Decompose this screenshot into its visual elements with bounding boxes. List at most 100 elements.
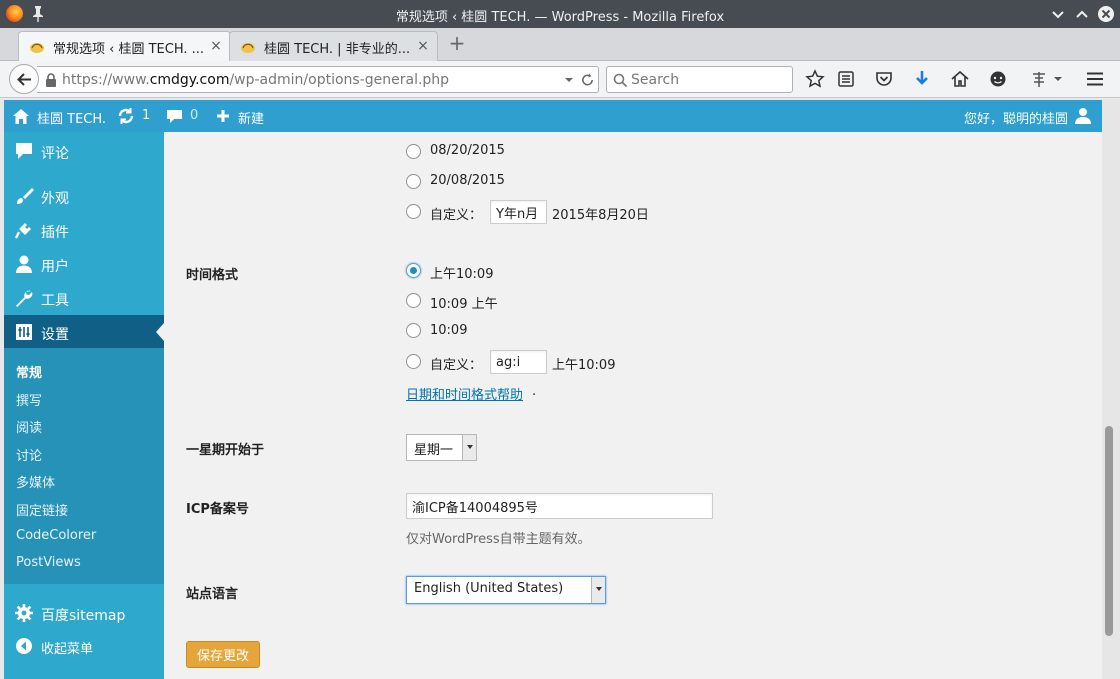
brush-icon bbox=[17, 188, 34, 204]
date-format-radio-1[interactable] bbox=[406, 144, 421, 159]
save-changes-button[interactable]: 保存更改 bbox=[186, 641, 260, 668]
admin-sidebar: 评论 外观 插件 用户 工具 设置 常规 撰写 阅读 讨论 多媒体 固定链接 C… bbox=[4, 132, 164, 679]
week-start-select[interactable]: 星期一 bbox=[406, 434, 477, 461]
wrench-icon bbox=[16, 290, 33, 307]
wp-admin-bar: 桂圆 TECH. 1 0 新建 您好，聪明的桂圆 bbox=[4, 100, 1102, 132]
menu-item-label: 设置 bbox=[41, 327, 69, 343]
url-text[interactable]: https://www.cmdgy.com/wp-admin/options-g… bbox=[62, 72, 449, 88]
date-format-radio-2[interactable] bbox=[406, 174, 421, 189]
date-format-radio-custom[interactable] bbox=[406, 204, 421, 219]
settings-content: 08/20/2015 20/08/2015 自定义： 2015年8月20日 时间… bbox=[164, 132, 1102, 679]
back-arrow-icon bbox=[17, 73, 31, 86]
updates-count[interactable]: 1 bbox=[142, 108, 150, 123]
maximize-icon[interactable] bbox=[1071, 3, 1093, 25]
menu-item-label: 外观 bbox=[41, 191, 69, 207]
chevron-down-icon[interactable] bbox=[591, 577, 605, 603]
menu-item-baidu-sitemap[interactable]: 百度sitemap bbox=[4, 596, 164, 630]
date-format-custom-input[interactable] bbox=[490, 200, 547, 224]
search-bar[interactable] bbox=[606, 66, 793, 93]
submenu-item-postviews[interactable]: PostViews bbox=[16, 555, 81, 570]
avatar-icon[interactable] bbox=[1075, 107, 1091, 124]
pocket-icon[interactable] bbox=[874, 69, 894, 89]
comment-icon bbox=[16, 143, 32, 159]
home-icon[interactable] bbox=[12, 108, 30, 124]
reader-list-icon[interactable] bbox=[836, 69, 856, 89]
new-tab-button[interactable]: + bbox=[446, 32, 468, 56]
back-button[interactable] bbox=[9, 64, 39, 94]
submenu-item-permalinks[interactable]: 固定链接 bbox=[16, 500, 68, 519]
plus-icon[interactable] bbox=[216, 109, 230, 123]
menu-item-label: 评论 bbox=[41, 146, 69, 162]
submenu-item-codecolorer[interactable]: CodeColorer bbox=[16, 528, 96, 543]
new-content-link[interactable]: 新建 bbox=[238, 108, 264, 127]
close-window-icon[interactable] bbox=[1095, 3, 1117, 25]
time-format-option-label: 10:09 上午 bbox=[430, 297, 498, 312]
date-format-preview: 2015年8月20日 bbox=[552, 208, 649, 223]
plug-icon bbox=[14, 223, 31, 239]
submenu-item-discussion[interactable]: 讨论 bbox=[16, 445, 42, 464]
chat-icon[interactable] bbox=[988, 69, 1008, 89]
settings-submenu: 常规 撰写 阅读 讨论 多媒体 固定链接 CodeColorer PostVie… bbox=[4, 348, 164, 584]
extension-icon[interactable] bbox=[1029, 69, 1049, 89]
window-title: 常规选项 ‹ 桂圆 TECH. — WordPress - Mozilla Fi… bbox=[395, 10, 725, 25]
site-language-value: English (United States) bbox=[414, 581, 564, 596]
hamburger-menu-icon[interactable] bbox=[1085, 69, 1105, 89]
time-format-radio-2[interactable] bbox=[406, 293, 421, 308]
tab-close-icon[interactable]: × bbox=[210, 39, 222, 53]
url-path: /wp-admin/options-general.php bbox=[229, 72, 450, 88]
minimize-icon[interactable] bbox=[1047, 3, 1069, 25]
search-icon bbox=[613, 73, 628, 88]
date-time-help-link[interactable]: 日期和时间格式帮助 bbox=[406, 384, 523, 403]
menu-item-plugins[interactable]: 插件 bbox=[4, 213, 164, 247]
date-format-option-label: 20/08/2015 bbox=[430, 173, 505, 188]
menu-item-settings[interactable]: 设置 bbox=[4, 315, 164, 349]
site-favicon-icon bbox=[30, 43, 44, 53]
menu-item-label: 工具 bbox=[41, 293, 69, 309]
collapse-icon bbox=[16, 638, 32, 654]
user-icon bbox=[16, 255, 32, 273]
date-format-option-label: 08/20/2015 bbox=[430, 143, 505, 158]
tab-site-home[interactable]: 桂圆 TECH. | 非专业的... × bbox=[229, 31, 438, 61]
comments-count[interactable]: 0 bbox=[190, 108, 198, 123]
time-format-radio-custom[interactable] bbox=[406, 354, 421, 369]
updates-icon[interactable] bbox=[117, 107, 135, 125]
menu-item-appearance[interactable]: 外观 bbox=[4, 179, 164, 213]
reload-icon[interactable] bbox=[580, 72, 595, 88]
download-icon[interactable] bbox=[912, 69, 932, 89]
time-format-radio-3[interactable] bbox=[406, 323, 421, 338]
menu-item-tools[interactable]: 工具 bbox=[4, 281, 164, 315]
site-name-link[interactable]: 桂圆 TECH. bbox=[37, 108, 106, 127]
submenu-item-general[interactable]: 常规 bbox=[16, 362, 42, 381]
site-language-label: 站点语言 bbox=[186, 587, 239, 602]
overflow-chevron-icon[interactable] bbox=[1052, 69, 1064, 89]
icp-label: ICP备案号 bbox=[186, 502, 249, 517]
time-format-custom-input[interactable] bbox=[490, 350, 547, 374]
submenu-item-reading[interactable]: 阅读 bbox=[16, 417, 42, 436]
menu-item-label: 用户 bbox=[41, 259, 69, 275]
comments-icon[interactable] bbox=[166, 108, 183, 125]
chevron-down-icon[interactable] bbox=[462, 435, 476, 460]
user-greeting[interactable]: 您好，聪明的桂圆 bbox=[964, 108, 1068, 127]
submenu-item-writing[interactable]: 撰写 bbox=[16, 390, 42, 409]
lock-icon bbox=[46, 73, 56, 87]
menu-item-label: 收起菜单 bbox=[41, 642, 94, 657]
icp-input[interactable] bbox=[406, 493, 713, 519]
menu-item-label: 百度sitemap bbox=[41, 608, 126, 624]
url-bar[interactable]: https://www.cmdgy.com/wp-admin/options-g… bbox=[37, 66, 599, 93]
scrollbar-thumb[interactable] bbox=[1105, 426, 1113, 636]
home-icon[interactable] bbox=[950, 69, 970, 89]
search-input[interactable] bbox=[631, 70, 786, 89]
page-scrollbar[interactable] bbox=[1102, 100, 1120, 679]
tab-close-icon[interactable]: × bbox=[417, 39, 429, 53]
collapse-menu-button[interactable]: 收起菜单 bbox=[4, 629, 164, 663]
url-dropdown-icon[interactable] bbox=[564, 76, 574, 84]
submenu-item-media[interactable]: 多媒体 bbox=[16, 472, 55, 491]
time-format-option-label: 10:09 bbox=[430, 323, 468, 338]
menu-item-comments[interactable]: 评论 bbox=[4, 134, 164, 168]
site-language-select[interactable]: English (United States) bbox=[406, 576, 606, 604]
menu-item-users[interactable]: 用户 bbox=[4, 247, 164, 281]
tab-general-settings[interactable]: 常规选项 ‹ 桂圆 TECH. ... × bbox=[18, 31, 231, 61]
bookmark-star-icon[interactable] bbox=[805, 69, 825, 89]
time-format-preview: 上午10:09 bbox=[552, 358, 616, 373]
time-format-radio-1[interactable] bbox=[406, 263, 421, 278]
